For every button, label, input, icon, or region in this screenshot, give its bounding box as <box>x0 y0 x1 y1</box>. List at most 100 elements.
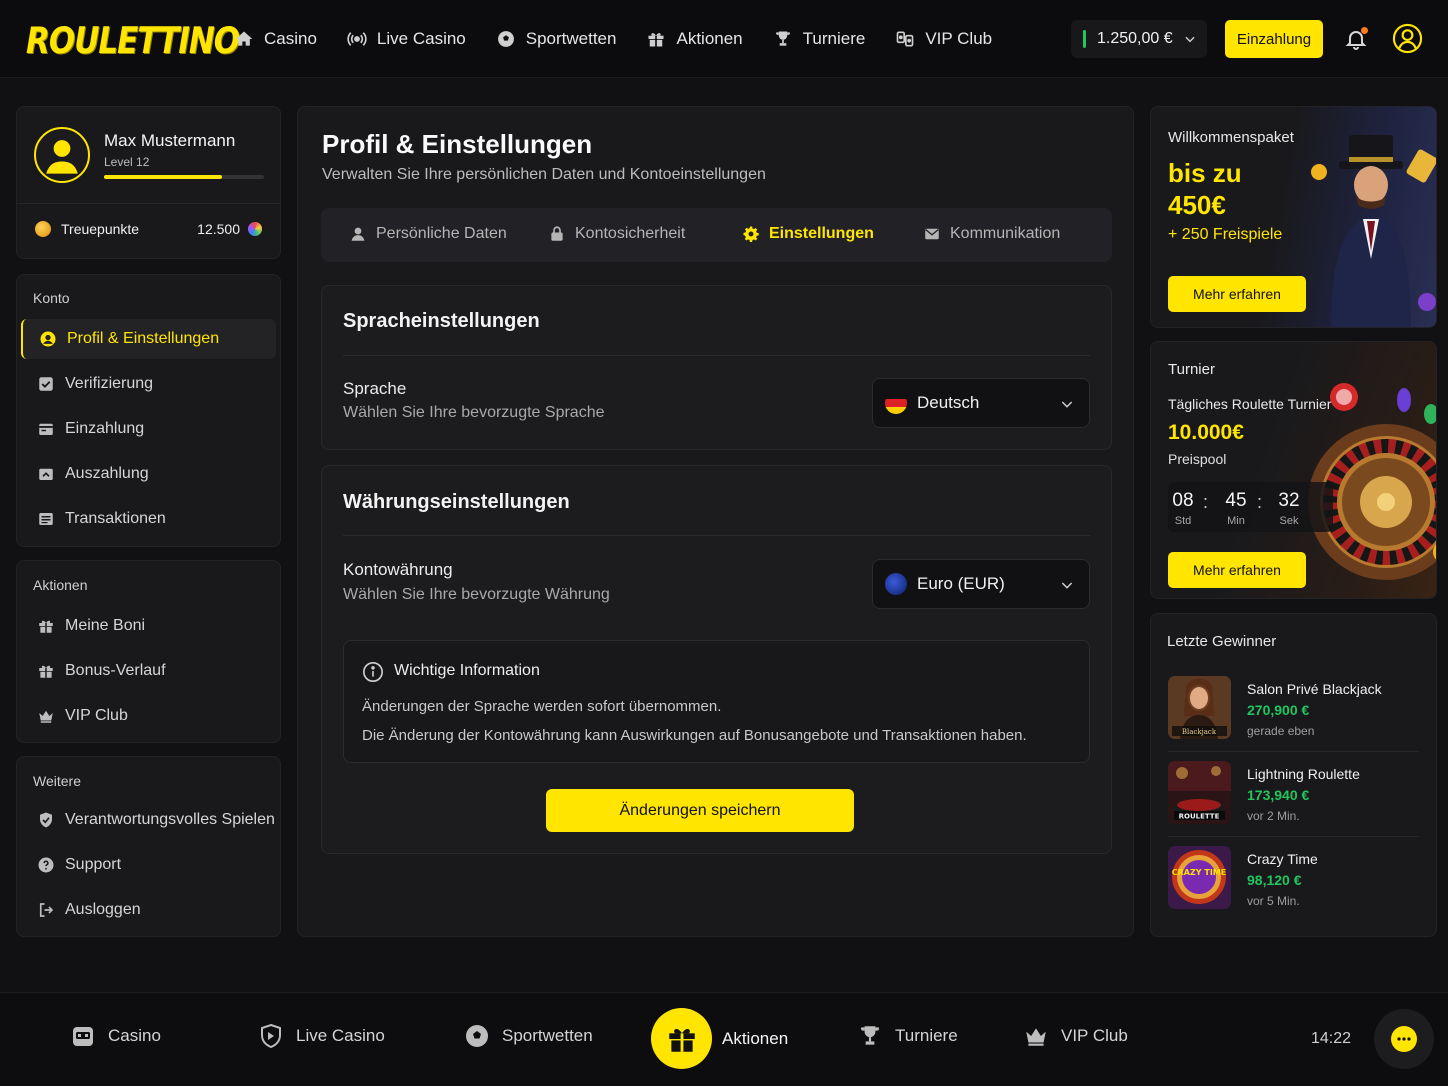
chat-dots <box>1397 1037 1411 1041</box>
user-icon <box>351 227 365 241</box>
level-progress-fill <box>104 175 223 179</box>
winner-list-item[interactable]: ROULETTE Lightning Roulette 173,940 € vo… <box>1168 761 1418 829</box>
level-progress-bar <box>104 175 264 179</box>
sidebar-item-support[interactable]: Support <box>21 845 276 885</box>
user-silhouette-icon <box>46 140 78 174</box>
bottom-nav-live-casino[interactable]: Live Casino <box>258 1023 385 1049</box>
live-chat-button[interactable] <box>1374 1009 1434 1069</box>
wallet-in-icon <box>39 423 53 435</box>
promotions-menu: Aktionen Meine Boni Bonus-Verlauf VIP Cl… <box>16 560 281 743</box>
nav-turniere[interactable]: Turniere <box>773 29 866 49</box>
section-title: Spracheinstellungen <box>343 310 540 332</box>
game-thumbnail-lightning-roulette: ROULETTE <box>1168 761 1231 824</box>
save-changes-button[interactable]: Änderungen speichern <box>546 789 854 832</box>
bottom-nav-aktionen[interactable]: Aktionen <box>651 1008 788 1069</box>
promo-learn-more-button[interactable]: Mehr erfahren <box>1168 276 1306 312</box>
language-hint: Wählen Sie Ihre bevorzugte Sprache <box>343 404 605 421</box>
section-title: Währungseinstellungen <box>343 491 570 513</box>
bottom-nav-label: Sportwetten <box>502 1026 593 1045</box>
bottom-nav-sportwetten[interactable]: Sportwetten <box>464 1023 593 1049</box>
notifications-button[interactable] <box>1344 27 1368 51</box>
nav-casino[interactable]: Casino <box>234 29 317 49</box>
tab-communication[interactable]: Kommunikation <box>923 225 1060 243</box>
timer-seconds-label: Sek <box>1279 515 1299 527</box>
chat-bubble-icon <box>1391 1026 1417 1052</box>
language-select[interactable]: Deutsch <box>872 378 1090 428</box>
sidebar-item-responsible-gaming[interactable]: Verantwortungsvolles Spielen <box>21 800 276 840</box>
winner-list-item[interactable]: Blackjack Salon Privé Blackjack 270,900 … <box>1168 676 1418 744</box>
balance-indicator <box>1083 30 1086 48</box>
sidebar-item-bonus-history[interactable]: Bonus-Verlauf <box>21 651 276 691</box>
tab-label: Einstellungen <box>769 225 874 242</box>
profile-name: Max Mustermann <box>104 131 236 150</box>
winner-game: Lightning Roulette <box>1247 766 1360 782</box>
currency-selected-value: Euro (EUR) <box>917 574 1005 593</box>
avatar[interactable] <box>34 127 90 183</box>
slot-machine-icon <box>73 1027 93 1046</box>
tab-label: Persönliche Daten <box>376 225 507 242</box>
logout-icon <box>39 903 54 917</box>
sidebar-item-deposit[interactable]: Einzahlung <box>21 409 276 449</box>
balance-dropdown[interactable]: 1.250,00 € <box>1071 20 1207 58</box>
crown-icon <box>1026 1028 1046 1046</box>
tab-account-security[interactable]: Kontosicherheit <box>548 225 685 243</box>
sidebar-item-label: Support <box>65 856 122 873</box>
home-icon <box>235 31 253 46</box>
coin-icon <box>35 221 51 237</box>
sidebar-item-withdrawal[interactable]: Auszahlung <box>21 454 276 494</box>
nav-vip-club-label: VIP Club <box>925 29 993 48</box>
deposit-button[interactable]: Einzahlung <box>1225 20 1323 58</box>
sidebar-item-label: Einzahlung <box>65 420 145 437</box>
nav-aktionen[interactable]: Aktionen <box>646 29 743 49</box>
currency-select[interactable]: Euro (EUR) <box>872 559 1090 609</box>
timer-separator: : <box>1203 492 1209 512</box>
divider <box>343 355 1090 356</box>
timer-hours-label: Std <box>1174 515 1192 527</box>
promo-label: Willkommenspaket <box>1168 129 1294 146</box>
promo-free-spins: + 250 Freispiele <box>1168 226 1283 243</box>
settings-tabs: Persönliche Daten Kontosicherheit Einste… <box>321 208 1112 262</box>
balance-value: 1.250,00 € <box>1097 30 1173 47</box>
user-account-button[interactable] <box>1392 23 1423 54</box>
casino-host-illustration <box>1311 135 1436 327</box>
sidebar-item-label: Meine Boni <box>65 617 146 634</box>
tournament-card: Turnier Tägliches Roulette Turnier 10.00… <box>1150 341 1437 599</box>
loyalty-label: Treuepunkte <box>61 221 140 237</box>
bottom-nav-label: Live Casino <box>296 1026 385 1045</box>
sidebar-item-verification[interactable]: Verifizierung <box>21 364 276 404</box>
timer-seconds: 32 <box>1278 490 1300 511</box>
rouletttino-logo[interactable]: ROULETTINO <box>26 20 240 62</box>
sidebar-item-logout[interactable]: Ausloggen <box>21 890 276 930</box>
tournament-name: Tägliches Roulette Turnier <box>1168 396 1332 412</box>
tab-settings[interactable]: Einstellungen <box>742 225 874 243</box>
bottom-nav-turniere[interactable]: Turniere <box>857 1023 958 1049</box>
main-panel: Profil & Einstellungen Verwalten Sie Ihr… <box>297 106 1134 937</box>
timer-separator: : <box>1257 492 1263 512</box>
bottom-nav-casino[interactable]: Casino <box>70 1023 161 1049</box>
sidebar-item-profile-settings[interactable]: Profil & Einstellungen <box>21 319 276 359</box>
bottom-nav-label: Aktionen <box>722 1028 789 1048</box>
list-icon <box>39 513 53 525</box>
winner-list-item[interactable]: CRAZY TIME Crazy Time 98,120 € vor 5 Min… <box>1168 846 1418 914</box>
bottom-nav-vip-club[interactable]: VIP Club <box>1023 1023 1128 1049</box>
nav-sportwetten[interactable]: Sportwetten <box>496 29 616 49</box>
live-broadcast-icon <box>347 32 367 46</box>
nav-turniere-label: Turniere <box>802 29 866 48</box>
tournament-learn-more-button[interactable]: Mehr erfahren <box>1168 552 1306 588</box>
nav-vip-club[interactable]: VIP Club <box>895 29 992 49</box>
welcome-package-banner: Willkommenspaket bis zu 450€ + 250 Freis… <box>1150 106 1437 328</box>
winner-time: vor 5 Min. <box>1247 894 1300 908</box>
sidebar-item-my-bonuses[interactable]: Meine Boni <box>21 606 276 646</box>
sidebar-item-vip-club[interactable]: VIP Club <box>21 696 276 736</box>
more-menu: Weitere Verantwortungsvolles Spielen Sup… <box>16 756 281 937</box>
bottom-nav-label: Turniere <box>895 1026 958 1045</box>
notification-dot <box>1361 27 1368 34</box>
chevron-down-icon <box>1185 36 1195 43</box>
football-icon <box>466 1025 488 1047</box>
language-selected-value: Deutsch <box>917 393 980 412</box>
sidebar-item-transactions[interactable]: Transaktionen <box>21 499 276 539</box>
football-icon <box>497 31 514 47</box>
nav-live-casino[interactable]: Live Casino <box>347 29 466 49</box>
language-settings-section: Spracheinstellungen Sprache Wählen Sie I… <box>321 285 1112 450</box>
tab-personal-data[interactable]: Persönliche Daten <box>349 225 507 243</box>
